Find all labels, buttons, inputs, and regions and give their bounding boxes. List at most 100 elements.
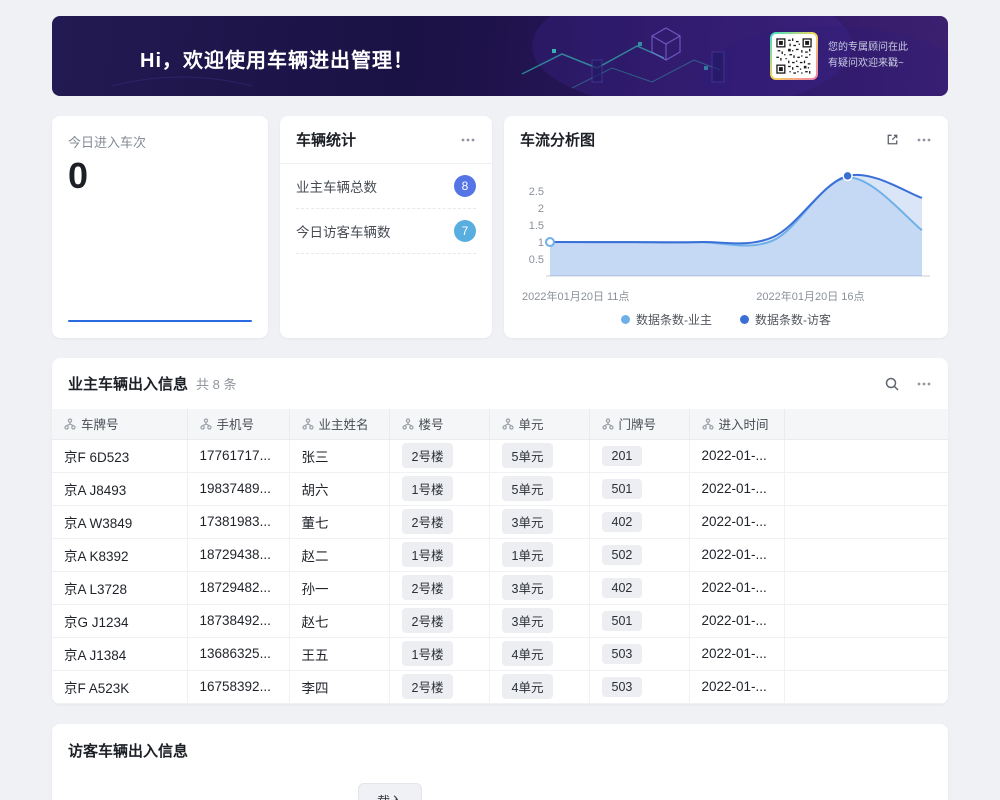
table-cell: 京F 6D523 bbox=[52, 439, 187, 472]
column-label: 手机号 bbox=[217, 414, 255, 433]
record-count: 共 8 条 bbox=[196, 374, 236, 393]
legend-item[interactable]: 数据条数-业主 bbox=[621, 311, 712, 328]
table-cell: 京A J1384 bbox=[52, 637, 187, 670]
more-icon[interactable] bbox=[916, 376, 932, 392]
table-cell: 2号楼 bbox=[389, 670, 489, 703]
table-cell: 402 bbox=[589, 505, 689, 538]
svg-text:1.5: 1.5 bbox=[529, 220, 544, 232]
table-cell: 5单元 bbox=[489, 439, 589, 472]
svg-text:1: 1 bbox=[538, 237, 544, 249]
table-cell: 赵二 bbox=[289, 538, 389, 571]
table-cell: 孙一 bbox=[289, 571, 389, 604]
table-cell: 2022-01-... bbox=[689, 505, 784, 538]
filler-column bbox=[784, 409, 948, 439]
table-cell: 京A K8392 bbox=[52, 538, 187, 571]
legend-item[interactable]: 数据条数-访客 bbox=[740, 311, 831, 328]
table-cell: 4单元 bbox=[489, 637, 589, 670]
cell-chip: 2号楼 bbox=[402, 575, 454, 600]
stat-count-badge: 7 bbox=[454, 220, 476, 242]
field-type-icon bbox=[402, 418, 414, 430]
filler-cell bbox=[784, 505, 948, 538]
table-cell: 16758392... bbox=[187, 670, 289, 703]
table-cell: 1号楼 bbox=[389, 472, 489, 505]
qr-code-image bbox=[772, 34, 816, 78]
table-cell: 501 bbox=[589, 604, 689, 637]
table-cell: 17761717... bbox=[187, 439, 289, 472]
column-header: 单元 bbox=[489, 409, 589, 439]
flow-chart-card: 车流分析图 0.511.522.52022年01月20日 11点2022年01月… bbox=[504, 116, 948, 338]
column-header: 门牌号 bbox=[589, 409, 689, 439]
table-cell: 2022-01-... bbox=[689, 604, 784, 637]
cell-chip: 3单元 bbox=[502, 575, 554, 600]
cell-chip: 201 bbox=[602, 446, 643, 466]
cell-chip: 2号楼 bbox=[402, 674, 454, 699]
vehicle-stats-header: 车辆统计 bbox=[280, 116, 492, 164]
table-cell: 501 bbox=[589, 472, 689, 505]
table-cell: 2022-01-... bbox=[689, 472, 784, 505]
table-cell: 2号楼 bbox=[389, 604, 489, 637]
table-cell: 502 bbox=[589, 538, 689, 571]
svg-text:2022年01月20日 11点: 2022年01月20日 11点 bbox=[522, 289, 629, 303]
column-label: 楼号 bbox=[419, 414, 444, 433]
table-cell: 赵七 bbox=[289, 604, 389, 637]
column-label: 单元 bbox=[519, 414, 544, 433]
table-cell: 京G J1234 bbox=[52, 604, 187, 637]
flow-chart-plot-area: 0.511.522.52022年01月20日 11点2022年01月20日 16… bbox=[504, 154, 948, 309]
owner-table-actions bbox=[884, 376, 932, 392]
cell-chip: 502 bbox=[602, 545, 643, 565]
table-cell: 1号楼 bbox=[389, 538, 489, 571]
table-cell: 503 bbox=[589, 637, 689, 670]
chart-legend: 数据条数-业主 数据条数-访客 bbox=[504, 311, 948, 328]
column-header: 业主姓名 bbox=[289, 409, 389, 439]
owner-vehicle-table: 车牌号手机号业主姓名楼号单元门牌号进入时间 京F 6D52317761717..… bbox=[52, 409, 948, 704]
column-header: 楼号 bbox=[389, 409, 489, 439]
column-label: 车牌号 bbox=[81, 414, 119, 433]
cell-chip: 1号楼 bbox=[402, 476, 454, 501]
field-type-icon bbox=[602, 418, 614, 430]
table-cell: 18729438... bbox=[187, 538, 289, 571]
export-icon[interactable] bbox=[885, 132, 900, 147]
vehicle-stats-title: 车辆统计 bbox=[296, 129, 356, 150]
table-cell: 19837489... bbox=[187, 472, 289, 505]
svg-text:2022年01月20日 16点: 2022年01月20日 16点 bbox=[756, 289, 864, 303]
table-cell: 3单元 bbox=[489, 505, 589, 538]
flow-chart-header: 车流分析图 bbox=[504, 116, 948, 154]
table-cell: 2022-01-... bbox=[689, 538, 784, 571]
table-row: 京F 6D52317761717...张三2号楼5单元2012022-01-..… bbox=[52, 439, 948, 472]
filler-cell bbox=[784, 439, 948, 472]
table-cell: 2号楼 bbox=[389, 439, 489, 472]
table-row: 京A L372818729482...孙一2号楼3单元4022022-01-..… bbox=[52, 571, 948, 604]
stat-row: 今日访客车辆数 7 bbox=[296, 209, 476, 254]
table-cell: 2号楼 bbox=[389, 505, 489, 538]
field-type-icon bbox=[200, 418, 212, 430]
column-label: 门牌号 bbox=[619, 414, 657, 433]
table-row: 京A J849319837489...胡六1号楼5单元5012022-01-..… bbox=[52, 472, 948, 505]
cell-chip: 1号楼 bbox=[402, 542, 454, 567]
today-entries-title: 今日进入车次 bbox=[68, 132, 252, 151]
search-icon[interactable] bbox=[884, 376, 900, 392]
table-cell: 201 bbox=[589, 439, 689, 472]
more-icon[interactable] bbox=[916, 132, 932, 148]
table-row: 京A W384917381983...董七2号楼3单元4022022-01-..… bbox=[52, 505, 948, 538]
table-cell: 京A L3728 bbox=[52, 571, 187, 604]
filler-cell bbox=[784, 637, 948, 670]
cell-chip: 2号楼 bbox=[402, 509, 454, 534]
flow-chart-title: 车流分析图 bbox=[520, 129, 595, 150]
more-icon[interactable] bbox=[460, 132, 476, 148]
dashboard-page: Hi，欢迎使用车辆进出管理！ bbox=[0, 0, 1000, 800]
table-cell: 2022-01-... bbox=[689, 637, 784, 670]
table-cell: 1号楼 bbox=[389, 637, 489, 670]
today-entries-card: 今日进入车次 0 bbox=[52, 116, 268, 338]
load-button[interactable]: 载入 bbox=[358, 783, 422, 800]
visitor-table-title: 访客车辆出入信息 bbox=[68, 740, 932, 761]
column-header: 手机号 bbox=[187, 409, 289, 439]
table-row: 京G J123418738492...赵七2号楼3单元5012022-01-..… bbox=[52, 604, 948, 637]
cell-chip: 503 bbox=[602, 644, 643, 664]
qr-caption-line2: 有疑问欢迎来戳~ bbox=[828, 56, 908, 72]
filler-cell bbox=[784, 538, 948, 571]
cell-chip: 2号楼 bbox=[402, 443, 454, 468]
cell-chip: 402 bbox=[602, 512, 643, 532]
owner-table-header: 业主车辆出入信息 共 8 条 bbox=[52, 358, 948, 409]
column-header: 车牌号 bbox=[52, 409, 187, 439]
stat-label: 今日访客车辆数 bbox=[296, 221, 391, 241]
